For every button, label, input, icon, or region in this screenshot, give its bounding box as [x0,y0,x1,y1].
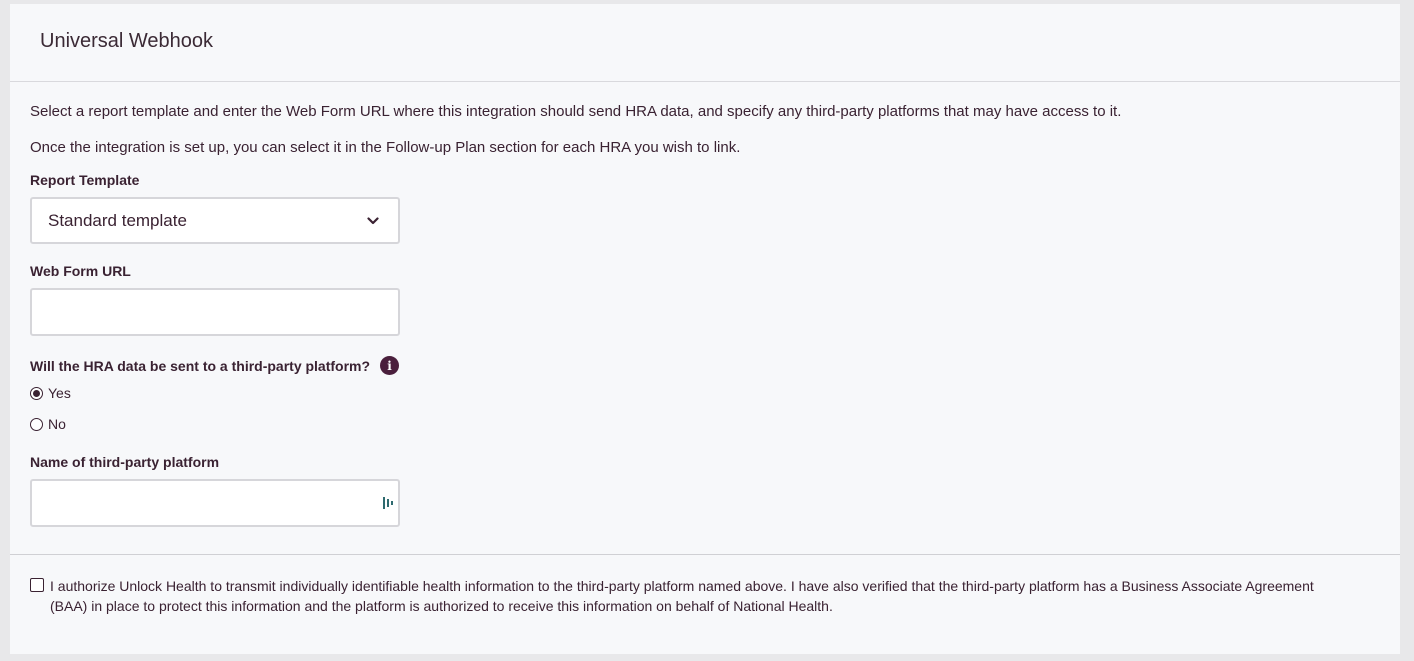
section-divider [10,554,1400,555]
third-party-question: Will the HRA data be sent to a third-par… [30,356,1380,375]
report-template-value: Standard template [48,210,187,230]
consent-row[interactable]: I authorize Unlock Health to transmit in… [30,576,1350,616]
consent-checkbox[interactable] [30,578,44,592]
info-icon[interactable]: i [380,356,400,375]
radio-option-yes[interactable]: Yes [30,384,1380,402]
report-template-select[interactable]: Standard template [30,197,400,244]
web-form-url-label: Web Form URL [30,263,131,279]
radio-yes-label: Yes [48,385,71,401]
third-party-question-label: Will the HRA data be sent to a third-par… [30,357,371,374]
intro-followup-text: Once the integration is set up, you can … [30,139,741,156]
radio-yes-button[interactable] [30,386,43,400]
page-title: Universal Webhook [40,30,214,52]
intro-text: Select a report template and enter the W… [30,103,1122,120]
chevron-down-icon [366,214,380,228]
panel-header: Universal Webhook [10,4,1400,82]
platform-name-label: Name of third-party platform [30,454,220,470]
radio-no-button[interactable] [30,417,43,431]
panel-body: Select a report template and enter the W… [10,82,1400,527]
consent-text: I authorize Unlock Health to transmit in… [50,578,1314,614]
web-form-url-input[interactable] [30,288,400,336]
report-template-label: Report Template [30,172,140,188]
radio-no-label: No [48,416,66,432]
autofill-extension-icon[interactable] [382,496,394,510]
radio-option-no[interactable]: No [30,415,1380,433]
webhook-panel: Universal Webhook Select a report templa… [10,4,1400,654]
platform-name-input[interactable] [30,479,400,527]
